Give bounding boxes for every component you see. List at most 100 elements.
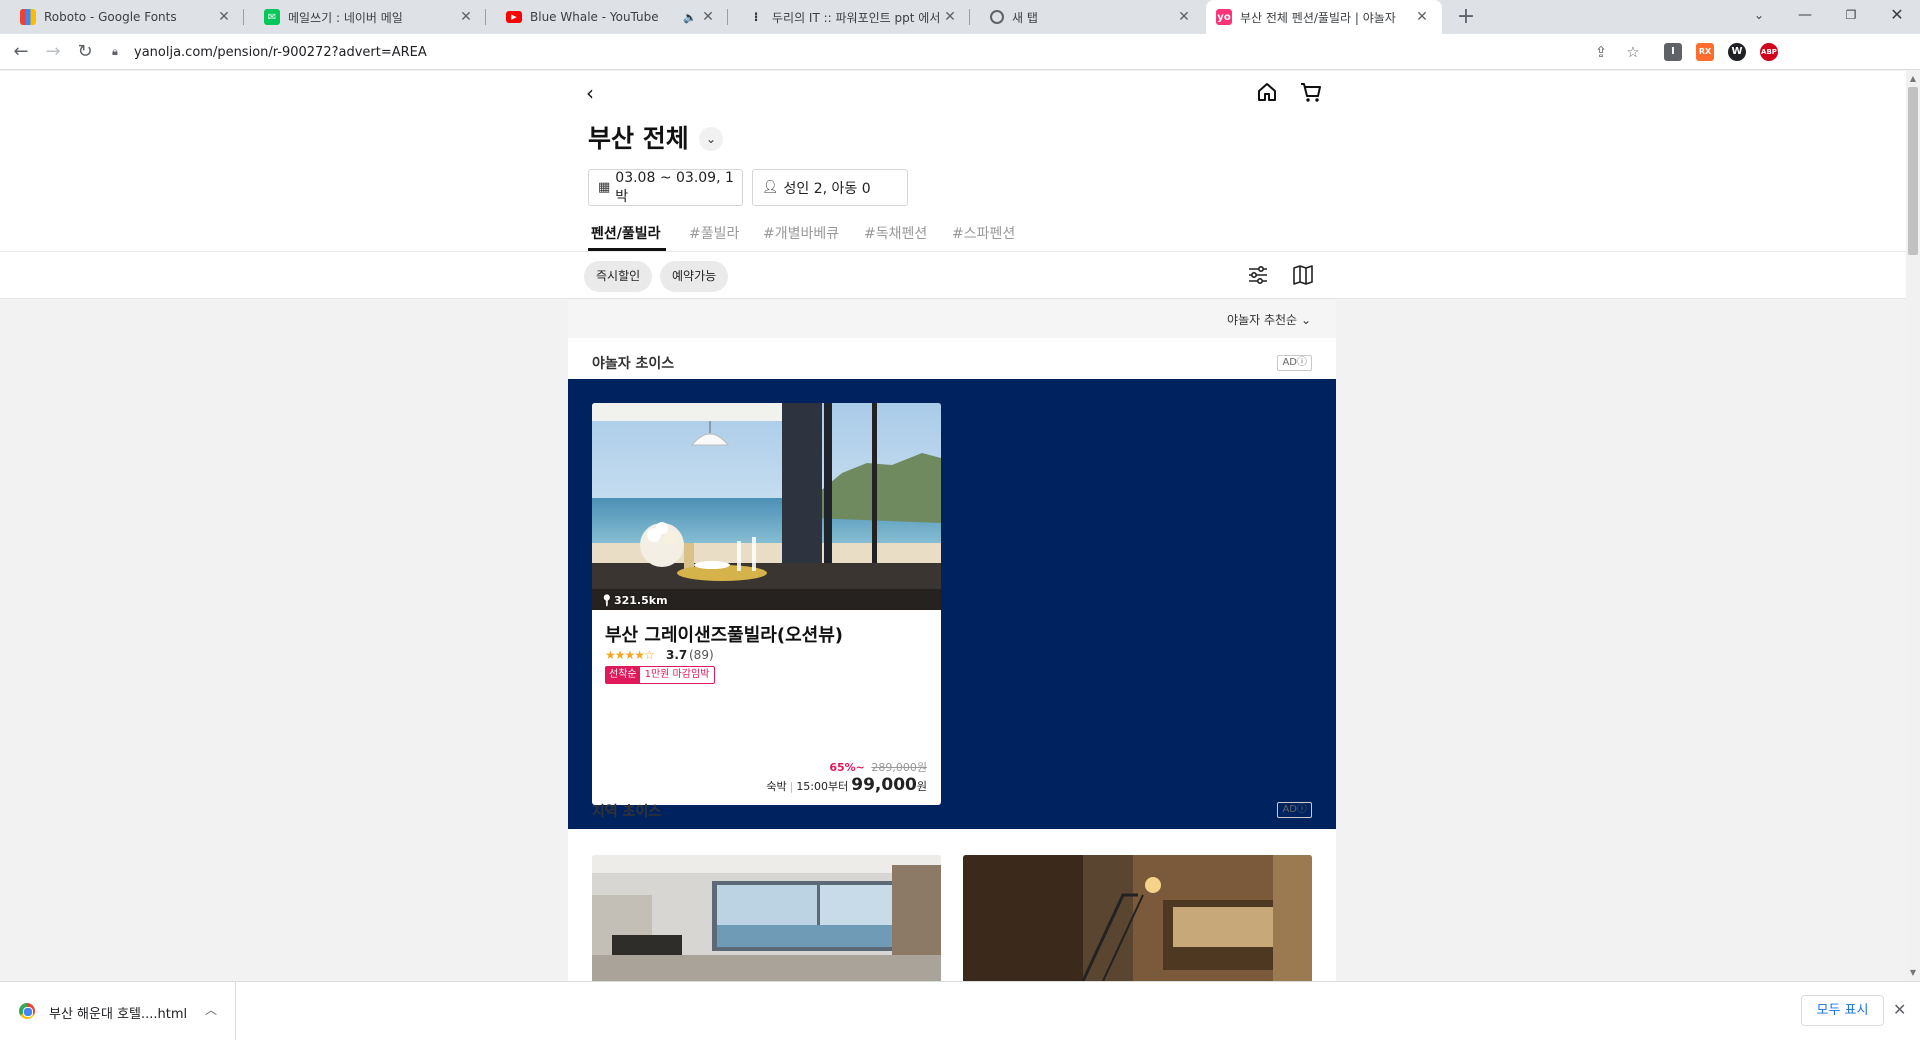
- tab-title: Roboto - Google Fonts: [44, 10, 177, 24]
- tab-private-house[interactable]: #독채펜션: [864, 223, 927, 243]
- tab-title: 메일쓰기 : 네이버 메일: [288, 10, 403, 25]
- address-bar[interactable]: 🔒︎ yanolja.com/pension/r-900272?advert=A…: [108, 38, 1642, 66]
- calendar-icon: ▦: [598, 180, 611, 195]
- restore-button[interactable]: ❐: [1828, 0, 1874, 30]
- bookmark-star-icon[interactable]: ☆: [1623, 42, 1643, 62]
- yanolja-favicon-icon: yo: [1216, 9, 1232, 25]
- cart-icon[interactable]: [1299, 81, 1323, 107]
- date-filter[interactable]: ▦ 03.08 ~ 03.09, 1박: [588, 169, 743, 206]
- google-fonts-favicon-icon: [20, 9, 36, 25]
- rating-value: 3.7: [666, 648, 688, 662]
- tab-title: 두리의 IT :: 파워포인트 ppt 에서: [772, 10, 940, 25]
- new-tab-button[interactable]: +: [1453, 4, 1479, 30]
- filter-sliders-icon[interactable]: [1247, 264, 1269, 290]
- forward-arrow-icon[interactable]: →: [41, 40, 65, 64]
- price-currency: 원: [916, 780, 927, 793]
- youtube-favicon-icon: ▶: [506, 11, 522, 23]
- chevron-down-icon: ⌄: [1300, 313, 1311, 327]
- window-close-button[interactable]: ✕: [1874, 0, 1920, 30]
- listing-name[interactable]: 부산 그레이샌즈풀빌라(오션뷰): [605, 621, 843, 647]
- extension-rx-icon[interactable]: RX: [1696, 43, 1714, 61]
- guest-filter-label: 성인 2, 아동 0: [783, 180, 871, 197]
- checkin-time: 15:00부터: [796, 780, 849, 793]
- listing-thumbnail[interactable]: [963, 855, 1312, 981]
- browser-tab-tistory[interactable]: ⁝ 두리의 IT :: 파워포인트 ppt 에서 ✕: [728, 0, 970, 34]
- listing-card[interactable]: 📍︎321.5km 부산 그레이샌즈풀빌라(오션뷰) ★★★★☆ 3.7 (89…: [592, 403, 941, 805]
- review-count: (89): [689, 648, 714, 662]
- discount-percent: 65%~: [829, 761, 865, 774]
- home-icon[interactable]: [1256, 81, 1278, 107]
- adblock-plus-icon[interactable]: ABP: [1760, 43, 1778, 61]
- lock-icon: 🔒︎: [112, 45, 118, 58]
- back-chevron-icon[interactable]: ‹: [586, 81, 594, 105]
- distance-label: 📍︎321.5km: [600, 594, 668, 607]
- chrome-favicon-icon: [990, 10, 1004, 24]
- star-rating-icon: ★★★★☆: [605, 648, 655, 662]
- tab-spa-pension[interactable]: #스파펜션: [952, 223, 1015, 243]
- listing-photo: 📍︎321.5km: [592, 403, 941, 610]
- region-title[interactable]: 부산 전체: [588, 119, 689, 155]
- yanolja-choice-band: 📍︎321.5km 부산 그레이샌즈풀빌라(오션뷰) ★★★★☆ 3.7 (89…: [568, 379, 1336, 829]
- close-icon[interactable]: ✕: [1412, 9, 1432, 25]
- browser-tab-youtube[interactable]: ▶ Blue Whale - YouTube 🔈 ✕: [486, 0, 728, 34]
- map-icon[interactable]: [1292, 264, 1314, 290]
- discount-row: 65%~ 289,000원: [829, 759, 927, 775]
- scroll-down-arrow-icon[interactable]: ▼: [1906, 966, 1920, 980]
- chip-available[interactable]: 예약가능: [660, 261, 729, 292]
- close-icon[interactable]: ✕: [940, 9, 960, 25]
- chevron-up-icon[interactable]: ︿: [205, 1001, 217, 1018]
- location-pin-icon: 📍︎: [600, 594, 614, 607]
- minimize-button[interactable]: —: [1782, 0, 1828, 30]
- ad-badge[interactable]: ADⓘ: [1277, 355, 1312, 371]
- yanolja-page: ‹ 부산 전체 ⌄ ▦ 03.08 ~ 03.09, 1박 👤︎ 성인 2, 아…: [0, 71, 1906, 981]
- back-arrow-icon[interactable]: ←: [9, 40, 33, 64]
- close-icon[interactable]: ✕: [214, 9, 234, 25]
- chevron-down-icon[interactable]: ⌄: [699, 127, 723, 151]
- info-icon: ⓘ: [1297, 357, 1307, 368]
- tab-strip: Roboto - Google Fonts ✕ ✉ 메일쓰기 : 네이버 메일 …: [0, 0, 1920, 34]
- download-item[interactable]: 부산 해운대 호텔....html ︿: [0, 982, 236, 1040]
- tistory-favicon-icon: ⁝: [753, 10, 759, 24]
- extension-w-icon[interactable]: W: [1728, 43, 1746, 61]
- chip-instant-discount[interactable]: 즉시할인: [584, 261, 653, 292]
- download-bar: 부산 해운대 호텔....html ︿ 모두 표시 ✕: [0, 981, 1920, 1040]
- scroll-up-arrow-icon[interactable]: ▲: [1906, 72, 1920, 86]
- promo-badge: 선착순 1만원 마감임박: [605, 666, 716, 684]
- promo-text: 1만원 마감임박: [644, 669, 710, 680]
- url-text[interactable]: yanolja.com/pension/r-900272?advert=AREA: [134, 45, 427, 60]
- close-icon[interactable]: ✕: [1893, 1000, 1906, 1019]
- tab-poolvilla[interactable]: #풀빌라: [689, 223, 739, 243]
- show-all-downloads-button[interactable]: 모두 표시: [1801, 995, 1884, 1026]
- share-icon[interactable]: ⇪: [1591, 42, 1611, 62]
- browser-tab-yanolja[interactable]: yo 부산 전체 펜션/풀빌라 | 야놀자 ✕: [1206, 0, 1442, 34]
- date-filter-label: 03.08 ~ 03.09, 1박: [615, 169, 734, 205]
- info-icon: ⓘ: [1297, 804, 1307, 815]
- tab-bbq[interactable]: #개별바베큐: [763, 223, 839, 243]
- close-icon[interactable]: ✕: [456, 9, 476, 25]
- price-row: 숙박 | 15:00부터 99,000원: [766, 775, 927, 795]
- browser-tab-naver-mail[interactable]: ✉ 메일쓰기 : 네이버 메일 ✕: [244, 0, 486, 34]
- tab-title: Blue Whale - YouTube: [530, 10, 659, 24]
- browser-tab-google-fonts[interactable]: Roboto - Google Fonts ✕: [0, 0, 244, 34]
- browser-tab-new-tab[interactable]: 새 탭 ✕: [970, 0, 1204, 34]
- close-icon[interactable]: ✕: [698, 9, 718, 25]
- close-icon[interactable]: ✕: [1174, 9, 1194, 25]
- listing-thumbnail[interactable]: [592, 855, 941, 981]
- tab-title: 새 탭: [1012, 10, 1038, 25]
- guest-filter[interactable]: 👤︎ 성인 2, 아동 0: [752, 169, 908, 206]
- tab-pension-poolvilla[interactable]: 펜션/풀빌라: [591, 223, 661, 243]
- speaker-icon[interactable]: 🔈: [682, 11, 698, 24]
- scrollbar-thumb[interactable]: [1908, 87, 1918, 255]
- reload-icon[interactable]: ↻: [73, 40, 97, 64]
- sort-dropdown[interactable]: 야놀자 추천순 ⌄: [1227, 311, 1311, 328]
- ad-badge[interactable]: ADⓘ: [1277, 802, 1312, 818]
- extension-i-icon[interactable]: I: [1664, 43, 1682, 61]
- sort-label: 야놀자 추천순: [1227, 313, 1298, 327]
- tab-search-icon[interactable]: ⌄: [1736, 0, 1782, 30]
- tab-title: 부산 전체 펜션/풀빌라 | 야놀자: [1240, 10, 1396, 25]
- stay-type: 숙박: [766, 780, 787, 793]
- download-filename: 부산 해운대 호텔....html: [49, 1007, 188, 1022]
- naver-mail-favicon-icon: ✉: [264, 9, 280, 25]
- person-icon: 👤︎: [762, 180, 779, 195]
- chrome-file-icon: [19, 1003, 35, 1019]
